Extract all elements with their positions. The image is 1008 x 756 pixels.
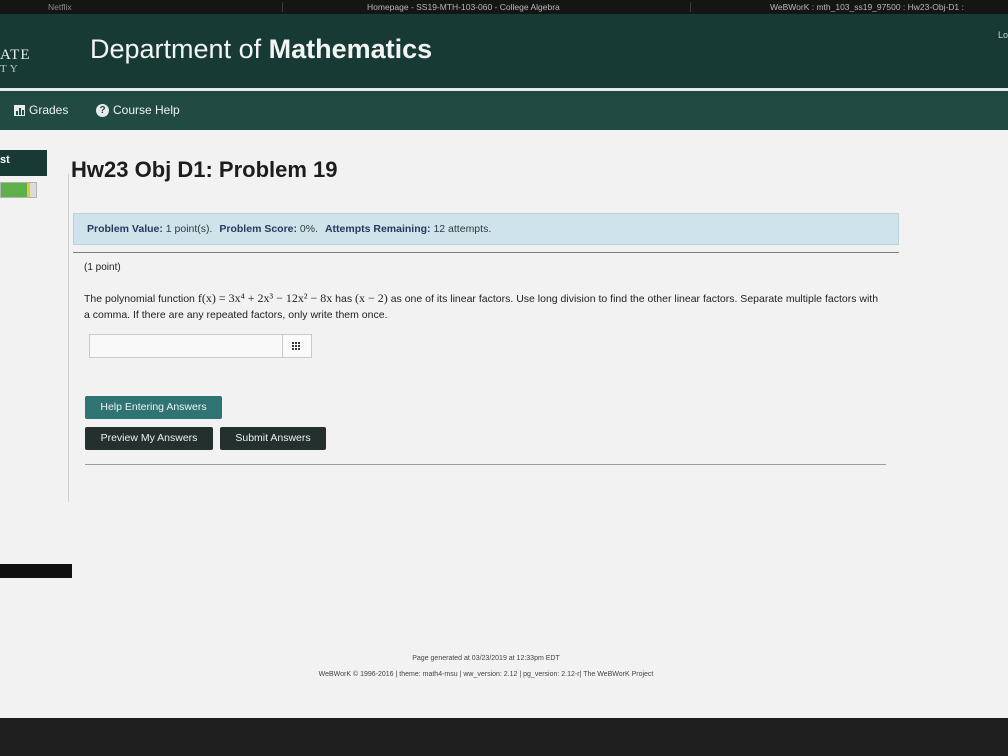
nav-course-help-label: Course Help xyxy=(113,103,180,117)
divider xyxy=(73,252,899,253)
answer-input[interactable] xyxy=(89,334,283,358)
problem-score-label: Problem Score: xyxy=(219,223,297,235)
nav-grades-label: Grades xyxy=(29,103,69,117)
nav-course-help[interactable]: ? Course Help xyxy=(96,103,180,117)
sidebar-problem-list-tab[interactable]: st xyxy=(0,150,47,176)
problem-text-2: has xyxy=(332,293,356,305)
nav-bar: Grades ? Course Help xyxy=(0,91,1008,130)
problem-value-label: Problem Value: xyxy=(87,223,163,235)
problem-title: Hw23 Obj D1: Problem 19 xyxy=(71,157,338,182)
university-logo: ATE TY xyxy=(0,48,31,76)
page-generated-note: Page generated at 03/23/2019 at 12:33pm … xyxy=(412,655,560,662)
problem-info-box: Problem Value: 1 point(s). Problem Score… xyxy=(73,213,899,245)
tab-divider xyxy=(282,2,283,12)
problem-score: 0%. xyxy=(299,223,319,235)
site-header: ATE TY Department of Mathematics Lo xyxy=(0,14,1008,90)
attempts-remaining: 12 attempts. xyxy=(433,223,492,235)
polynomial-function: f(x) = 3x⁴ + 2x³ − 12x² − 8x xyxy=(197,291,333,305)
browser-tab-strip: Netflix Homepage - SS19-MTH-103-060 - Co… xyxy=(0,0,1008,14)
nav-grades[interactable]: Grades xyxy=(14,103,68,117)
department-title: Department of Mathematics xyxy=(90,34,432,65)
sidebar-divider xyxy=(68,174,69,502)
logo-line-2: TY xyxy=(0,63,21,75)
tab-divider xyxy=(690,2,691,12)
logout-link[interactable]: Lo xyxy=(998,30,1008,40)
footer-credits: WeBWorK © 1996-2016 | theme: math4-msu |… xyxy=(318,671,654,678)
divider xyxy=(85,464,886,465)
sidebar-label: st xyxy=(0,154,10,166)
progress-bar-marker xyxy=(26,183,30,197)
problem-text-1: The polynomial function xyxy=(84,293,198,305)
problem-statement: The polynomial function f(x) = 3x⁴ + 2x³… xyxy=(84,290,884,323)
matrix-entry-button[interactable] xyxy=(282,334,312,358)
attempts-remaining-label: Attempts Remaining: xyxy=(324,223,431,235)
preview-answers-button[interactable]: Preview My Answers xyxy=(85,427,213,450)
grid-icon xyxy=(292,342,302,350)
problem-value: 1 point(s). xyxy=(165,223,213,235)
help-entering-answers-button[interactable]: Help Entering Answers xyxy=(85,396,222,419)
browser-tab-webwork[interactable]: WeBWorK : mth_103_ss19_97500 : Hw23-Obj-… xyxy=(770,0,964,14)
progress-bar xyxy=(0,182,37,198)
main-content: st Hw23 Obj D1: Problem 19 Problem Value… xyxy=(0,130,1008,718)
browser-tab-homepage[interactable]: Homepage - SS19-MTH-103-060 - College Al… xyxy=(367,0,560,14)
problem-points: (1 point) xyxy=(84,262,121,273)
bar-chart-icon xyxy=(14,104,25,116)
browser-tab-netflix[interactable]: Netflix xyxy=(48,0,72,14)
department-title-bold: Mathematics xyxy=(268,34,433,64)
department-title-prefix: Department of xyxy=(90,34,269,64)
screen-bezel xyxy=(0,718,1008,756)
linear-factor: (x − 2) xyxy=(355,291,388,305)
black-bar xyxy=(0,564,72,578)
question-icon: ? xyxy=(96,103,109,117)
progress-bar-fill xyxy=(1,183,30,197)
logo-line-1: ATE xyxy=(0,47,31,63)
submit-answers-button[interactable]: Submit Answers xyxy=(220,427,326,450)
